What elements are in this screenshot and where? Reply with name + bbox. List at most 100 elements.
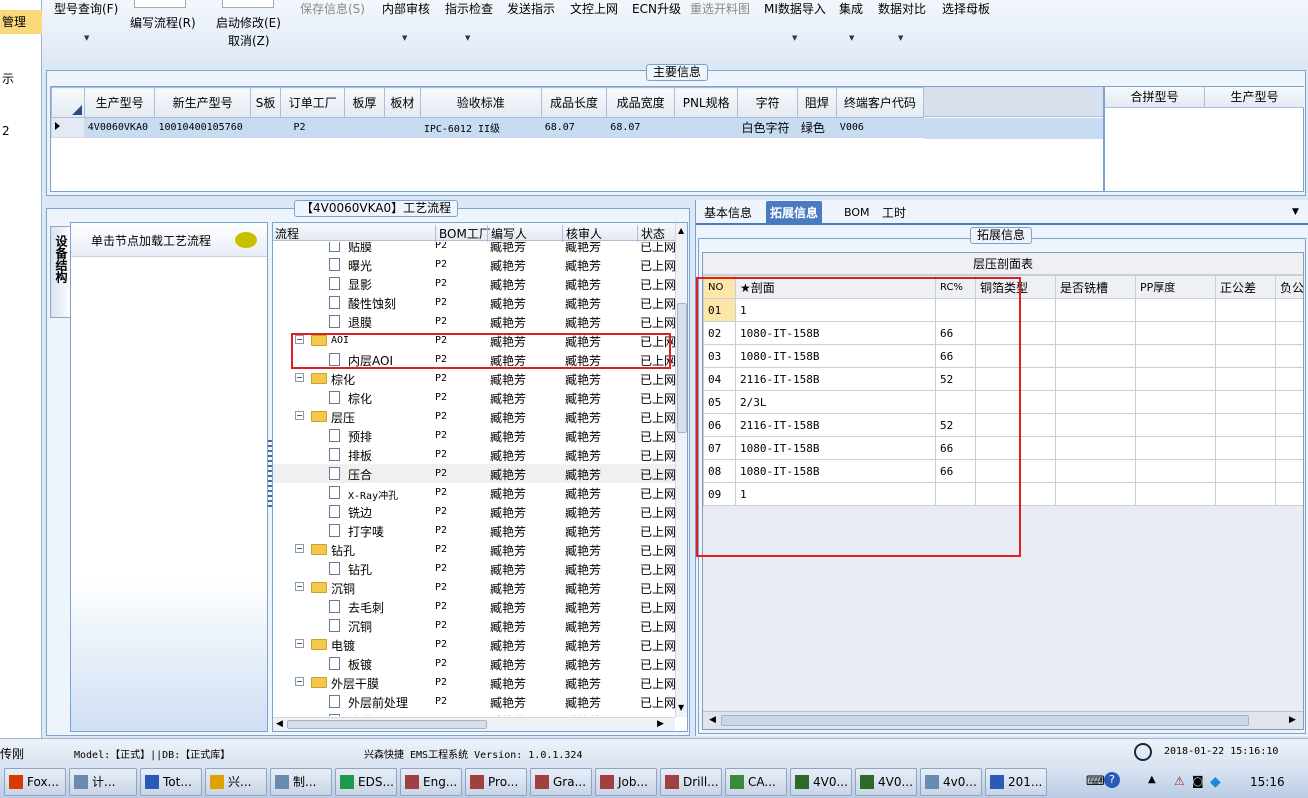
model-query-button[interactable]: 型号查询(F) ▼ — [54, 0, 118, 62]
collapse-icon[interactable]: − — [295, 373, 304, 382]
tree-cell-reviewer[interactable]: 臧艳芳 — [565, 523, 601, 540]
col-header[interactable]: 板材 — [383, 87, 421, 118]
tree-cell-bom[interactable]: P2 — [435, 430, 447, 441]
cell[interactable] — [1135, 413, 1216, 437]
col-header[interactable]: 验收标准 — [419, 87, 542, 118]
tree-cell-status[interactable]: 已上网 — [640, 295, 676, 312]
col-header[interactable]: 负公 — [1275, 275, 1303, 299]
cell[interactable] — [1135, 321, 1216, 345]
tree-cell-reviewer[interactable]: 臧艳芳 — [565, 276, 601, 293]
tree-cell-bom[interactable]: P2 — [435, 468, 447, 479]
cell[interactable]: 白色字符 — [737, 117, 798, 138]
cell[interactable] — [1275, 482, 1303, 506]
cell[interactable] — [1055, 344, 1136, 368]
tree-cell-writer[interactable]: 臧艳芳 — [490, 542, 526, 559]
cell[interactable]: 4V0060VKA0 — [83, 117, 156, 138]
tree-cell-status[interactable]: 已上网 — [640, 580, 676, 597]
cell[interactable] — [1135, 459, 1216, 483]
tree-cell-status[interactable]: 已上网 — [640, 656, 676, 673]
reselect-cut-button[interactable]: 重选开料图 — [690, 0, 750, 62]
tree-cell-writer[interactable]: 臧艳芳 — [490, 599, 526, 616]
tree-row[interactable]: 打字唛 P2 臧艳芳 臧艳芳 已上网 — [273, 521, 677, 540]
tree-cell-writer[interactable]: 臧艳芳 — [490, 390, 526, 407]
tree-cell-status[interactable]: 已上网 — [640, 242, 676, 255]
cell[interactable] — [1055, 298, 1136, 322]
tree-row[interactable]: − 沉铜 P2 臧艳芳 臧艳芳 已上网 — [273, 578, 677, 597]
tree-cell-status[interactable]: 已上网 — [640, 371, 676, 388]
cell[interactable] — [1275, 367, 1303, 391]
tree-cell-bom[interactable]: P2 — [435, 525, 447, 536]
tree-cell-writer[interactable]: 臧艳芳 — [490, 371, 526, 388]
edit-flow-button[interactable]: 编写流程(R) — [130, 14, 196, 76]
cell[interactable] — [1215, 413, 1276, 437]
tree-cell-writer[interactable]: 臧艳芳 — [490, 428, 526, 445]
tree-cell-bom[interactable]: P2 — [435, 411, 447, 422]
col-header[interactable]: 订单工厂 — [280, 87, 345, 118]
col-header[interactable]: 终端客户代码 — [835, 87, 925, 118]
nav-item-two[interactable]: 2 — [2, 124, 10, 138]
cell[interactable] — [1055, 459, 1136, 483]
collapse-icon[interactable]: − — [295, 582, 304, 591]
tree-cell-reviewer[interactable]: 臧艳芳 — [565, 656, 601, 673]
cell[interactable] — [1215, 344, 1276, 368]
internal-review-button[interactable]: 内部审核 ▼ — [382, 0, 430, 62]
integrate-button[interactable]: 集成 ▼ — [839, 0, 863, 62]
col-header[interactable]: 核审人 — [562, 225, 602, 242]
cell[interactable] — [1215, 367, 1276, 391]
tree-row[interactable]: 沉铜 P2 臧艳芳 臧艳芳 已上网 — [273, 616, 677, 635]
cell[interactable] — [1135, 367, 1216, 391]
tree-row[interactable]: 显影 P2 臧艳芳 臧艳芳 已上网 — [273, 274, 677, 293]
keyboard-icon[interactable]: ⌨ — [1086, 774, 1105, 789]
tree-cell-reviewer[interactable]: 臧艳芳 — [565, 314, 601, 331]
cell[interactable] — [1055, 413, 1136, 437]
tree-cell-reviewer[interactable]: 臧艳芳 — [565, 561, 601, 578]
cell[interactable] — [1055, 436, 1136, 460]
side-tab-equipment[interactable]: 设备结构 — [50, 226, 72, 318]
tree-cell-writer[interactable]: 臧艳芳 — [490, 561, 526, 578]
cell[interactable] — [1215, 436, 1276, 460]
scroll-up-icon[interactable]: ▲ — [678, 226, 684, 235]
cell[interactable] — [1215, 482, 1276, 506]
tree-cell-reviewer[interactable]: 臧艳芳 — [565, 371, 601, 388]
taskbar-item[interactable]: Fox... — [4, 768, 66, 796]
tree-row[interactable]: 酸性蚀刻 P2 臧艳芳 臧艳芳 已上网 — [273, 293, 677, 312]
cell[interactable]: P2 — [280, 117, 345, 138]
tree-cell-bom[interactable]: P2 — [435, 373, 447, 384]
horizontal-scrollbar[interactable]: ◀ ▶ — [273, 717, 675, 731]
mi-import-button[interactable]: MI数据导入 ▼ — [764, 0, 826, 62]
tree-cell-writer[interactable]: 臧艳芳 — [490, 257, 526, 274]
tree-cell-status[interactable]: 已上网 — [640, 523, 676, 540]
tree-cell-bom[interactable]: P2 — [435, 620, 447, 631]
h-scroll-thumb[interactable] — [721, 715, 1249, 726]
cell[interactable]: 绿色 — [796, 117, 837, 138]
cell[interactable] — [1135, 436, 1216, 460]
tree-row[interactable]: − 层压 P2 臧艳芳 臧艳芳 已上网 — [273, 407, 677, 426]
tree-row[interactable]: 去毛刺 P2 臧艳芳 臧艳芳 已上网 — [273, 597, 677, 616]
tree-cell-writer[interactable]: 臧艳芳 — [490, 580, 526, 597]
volume-icon[interactable]: ◙ — [1192, 774, 1204, 788]
col-header[interactable]: PP厚度 — [1135, 275, 1216, 299]
tree-cell-bom[interactable]: P2 — [435, 601, 447, 612]
tree-row[interactable]: 棕化 P2 臧艳芳 臧艳芳 已上网 — [273, 388, 677, 407]
tree-cell-writer[interactable]: 臧艳芳 — [490, 504, 526, 521]
tree-cell-status[interactable]: 已上网 — [640, 504, 676, 521]
tree-cell-bom[interactable]: P2 — [435, 677, 447, 688]
tree-cell-bom[interactable]: P2 — [435, 658, 447, 669]
cell[interactable] — [1135, 344, 1216, 368]
tree-cell-reviewer[interactable]: 臧艳芳 — [565, 428, 601, 445]
input-box-2[interactable] — [222, 0, 274, 8]
tree-row[interactable]: − 外层干膜 P2 臧艳芳 臧艳芳 已上网 — [273, 673, 677, 692]
cell[interactable] — [1135, 482, 1216, 506]
col-header[interactable]: S板 — [249, 87, 282, 118]
tree-cell-bom[interactable]: P2 — [435, 506, 447, 517]
taskbar-item[interactable]: Eng... — [400, 768, 462, 796]
taskbar-item[interactable]: 4V0... — [790, 768, 852, 796]
tab-basic-info[interactable]: 基本信息 — [700, 201, 756, 225]
taskbar-item[interactable]: 4V0... — [855, 768, 917, 796]
cell[interactable] — [1275, 321, 1303, 345]
tree-row[interactable]: 退膜 P2 臧艳芳 臧艳芳 已上网 — [273, 312, 677, 331]
tree-cell-writer[interactable]: 臧艳芳 — [490, 523, 526, 540]
tree-cell-reviewer[interactable]: 臧艳芳 — [565, 295, 601, 312]
scroll-right-icon[interactable]: ▶ — [1289, 715, 1296, 725]
cell[interactable] — [344, 117, 385, 138]
